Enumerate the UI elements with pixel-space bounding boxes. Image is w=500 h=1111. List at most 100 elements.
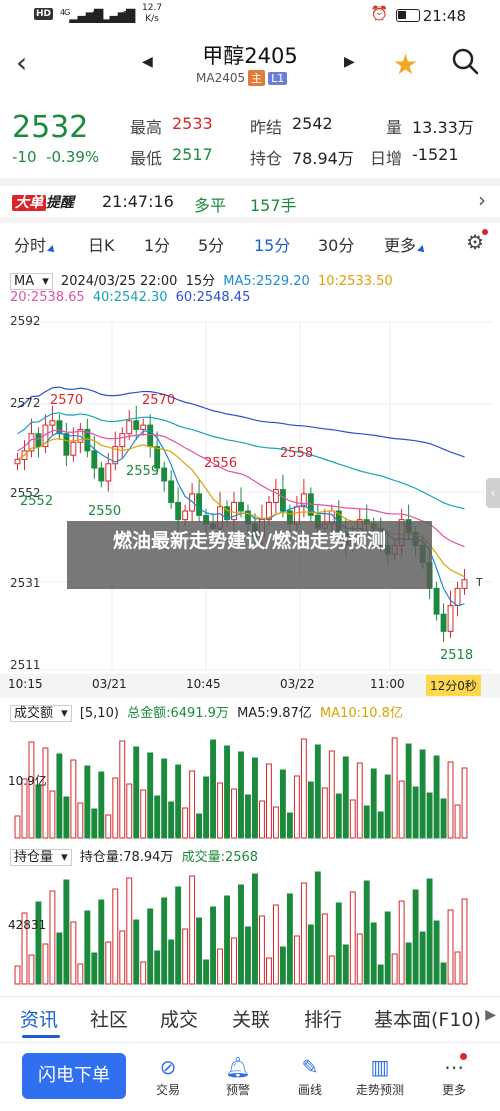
- price-annotation: 2550: [88, 504, 122, 519]
- forecast-button[interactable]: ▥ 走势预测: [350, 1055, 410, 1098]
- oi-bar: [265, 957, 272, 985]
- candle-body: [238, 501, 244, 512]
- price-annotation: 2559: [126, 464, 160, 479]
- wifi-icon: ◠: [120, 6, 134, 25]
- main-tag: 主: [248, 70, 266, 86]
- back-icon[interactable]: ‹: [16, 46, 27, 79]
- volume-bar: [405, 743, 412, 839]
- settings-gear-icon[interactable]: ⚙: [466, 230, 484, 254]
- volume-bar: [356, 762, 363, 839]
- high-value: 2533: [172, 114, 213, 133]
- volume-y-tick: 10.9亿: [8, 774, 47, 788]
- oi-bar: [405, 942, 412, 985]
- volume-label: 量: [386, 118, 403, 137]
- oi-bar: [356, 933, 363, 985]
- subnav-news[interactable]: 资讯: [20, 1005, 58, 1032]
- big-order-logo: 大单 提醒: [12, 192, 74, 212]
- tab-5min[interactable]: 5分: [198, 232, 224, 256]
- candle-body: [133, 420, 140, 430]
- notification-dot: [482, 229, 488, 235]
- oi-bar: [112, 888, 119, 985]
- draw-line-button[interactable]: ✎ 画线: [280, 1055, 340, 1098]
- volume-bar: [70, 759, 77, 839]
- tab-more[interactable]: 更多: [384, 232, 427, 256]
- candle-body: [433, 587, 440, 615]
- oi-value: 持仓量:78.94万: [79, 850, 174, 865]
- volume-bar: [328, 750, 335, 839]
- subnav-more-icon[interactable]: ▶: [485, 1007, 496, 1023]
- volume-bar: [454, 804, 461, 839]
- volume-bar: [384, 774, 391, 839]
- favorite-star-icon[interactable]: ★: [393, 48, 418, 81]
- volume-bar: [42, 747, 49, 839]
- volume-bar: [461, 767, 468, 839]
- last-price-marker: T: [476, 576, 483, 589]
- trade-button[interactable]: ⊘ 交易: [138, 1055, 198, 1098]
- oi-bar: [328, 955, 335, 985]
- candle-body: [447, 605, 454, 632]
- subnav-fundamentals[interactable]: 基本面(F10): [374, 1005, 481, 1032]
- subnav-related[interactable]: 关联: [232, 1005, 270, 1032]
- volume-bar: [335, 793, 342, 839]
- ribbon-hands: 157手: [250, 196, 297, 215]
- volume-bar: [147, 752, 154, 839]
- divider: [0, 178, 500, 186]
- oi-bar: [140, 961, 147, 985]
- volume-bar: [182, 807, 189, 839]
- big-order-ribbon[interactable]: 大单 提醒 21:47:16 多平 157手 ›: [0, 186, 500, 218]
- volume-bar: [363, 805, 370, 839]
- price-annotation: 2552: [20, 494, 54, 509]
- next-contract-icon[interactable]: ▶: [344, 54, 355, 70]
- tab-30min[interactable]: 30分: [318, 232, 354, 256]
- oi-bar: [363, 880, 370, 985]
- oi-bar: [14, 965, 21, 985]
- kline-svg[interactable]: [0, 266, 500, 986]
- more-button[interactable]: ⋯ 更多: [424, 1055, 484, 1098]
- candle-body: [440, 613, 447, 632]
- y-tick: 2511: [10, 658, 41, 672]
- volume-bar: [56, 753, 63, 839]
- contract-code: MA2405: [196, 71, 246, 85]
- oi-bar: [426, 878, 433, 985]
- oi-bar: [119, 930, 126, 985]
- tab-daily[interactable]: 日K: [88, 232, 115, 256]
- volume-bar: [391, 737, 398, 839]
- oi-bar: [412, 889, 419, 985]
- candle-body: [175, 501, 182, 521]
- oi-bar: [91, 952, 98, 985]
- volume-total: 总金额:6491.9万: [127, 706, 229, 721]
- volume-bar: [140, 789, 147, 839]
- candle-body: [147, 424, 154, 448]
- prev-contract-icon[interactable]: ◀: [142, 54, 153, 70]
- volume-bar: [342, 756, 349, 839]
- oi-bar: [307, 924, 314, 985]
- candle-body: [119, 433, 126, 448]
- tab-1min[interactable]: 1分: [144, 232, 170, 256]
- volume-bar: [28, 741, 35, 839]
- oi-bar: [196, 917, 203, 985]
- tab-15min[interactable]: 15分: [254, 232, 290, 256]
- subnav-trades[interactable]: 成交: [160, 1005, 198, 1032]
- subnav-ranking[interactable]: 排行: [304, 1005, 342, 1032]
- volume-bar: [286, 812, 293, 839]
- volume-bar: [203, 776, 210, 839]
- volume-bar: [440, 798, 447, 839]
- search-icon[interactable]: [450, 46, 480, 76]
- alert-button[interactable]: 🔔︎ 预警: [208, 1055, 268, 1098]
- price-annotation: 2558: [280, 446, 314, 461]
- volume-bar: [14, 815, 21, 839]
- candle-body: [279, 489, 286, 512]
- oi-bar: [377, 964, 384, 985]
- volume-bar: [63, 796, 70, 839]
- oi-bar: [182, 928, 189, 985]
- volume-selector[interactable]: 成交额 ▾: [10, 705, 72, 722]
- volume-bar: [419, 749, 426, 839]
- flash-order-button[interactable]: 闪电下单: [22, 1053, 126, 1099]
- side-expand-handle[interactable]: ‹: [486, 478, 500, 508]
- candle-body: [105, 463, 112, 482]
- subnav-community[interactable]: 社区: [90, 1005, 128, 1032]
- tab-timeshare[interactable]: 分时: [14, 232, 57, 256]
- status-bar: HD 4G▂▄▆█ 4G▂▄▆█ ◠ 12.7 K/s ⏰ 21:48: [0, 0, 500, 32]
- oi-selector[interactable]: 持仓量 ▾: [10, 849, 72, 866]
- l1-tag: L1: [268, 71, 288, 85]
